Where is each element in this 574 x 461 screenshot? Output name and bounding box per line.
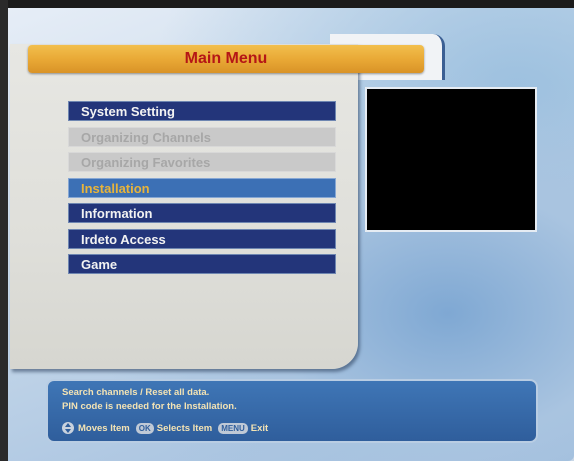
page-title: Main Menu (184, 50, 268, 67)
legend-moves-label: Moves Item (78, 422, 130, 434)
help-text-line-2: PIN code is needed for the Installation. (62, 401, 237, 412)
title-bar: Main Menu (28, 45, 424, 73)
help-panel: Search channels / Reset all data. PIN co… (46, 379, 538, 443)
menu-key-icon: MENU (218, 422, 248, 434)
ok-key-icon: OK (135, 422, 154, 434)
screen-left-border (0, 0, 8, 461)
legend-exit-label: Exit (250, 422, 269, 434)
menu-item-information[interactable]: Information (68, 203, 336, 223)
preview-window (365, 87, 537, 232)
menu-item-game[interactable]: Game (68, 254, 336, 274)
menu-item-installation[interactable]: Installation (68, 177, 336, 198)
legend-selects-label: Selects Item (156, 422, 213, 434)
menu-item-organizing-favorites: Organizing Favorites (68, 152, 336, 172)
main-menu: System Setting Organizing Channels Organ… (68, 101, 336, 280)
key-legend: Moves Item OK Selects Item MENU Exit (62, 422, 268, 434)
menu-item-system-setting[interactable]: System Setting (68, 101, 336, 121)
menu-item-irdeto-access[interactable]: Irdeto Access (68, 228, 336, 249)
help-text-line-1: Search channels / Reset all data. (62, 387, 210, 398)
up-down-arrows-icon (62, 422, 74, 434)
menu-item-organizing-channels: Organizing Channels (68, 126, 336, 147)
screen-top-border (0, 0, 574, 8)
